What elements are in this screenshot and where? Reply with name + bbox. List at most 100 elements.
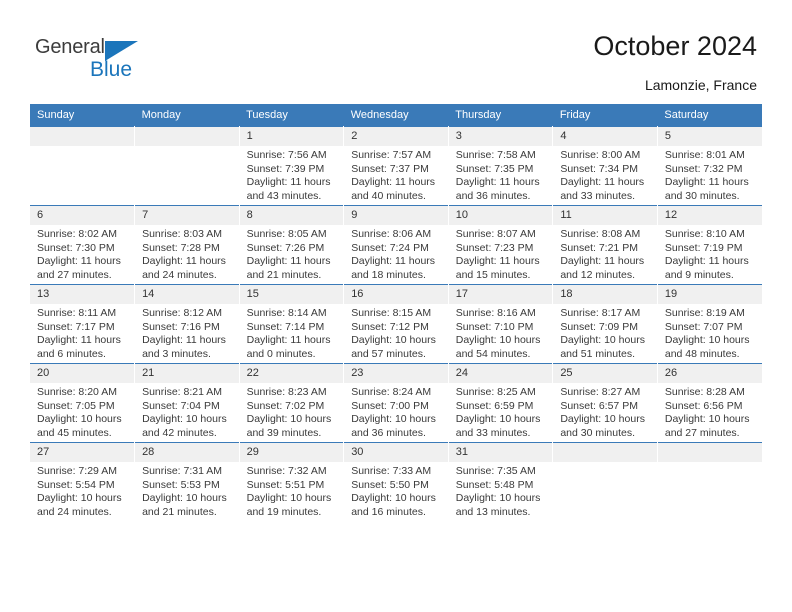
calendar-day-cell[interactable]: 1 Sunrise: 7:56 AM Sunset: 7:39 PM Daylight…	[239, 126, 345, 206]
daylight-text-line1: Daylight: 11 hours	[351, 255, 436, 267]
daylight-text-line1: Daylight: 10 hours	[351, 492, 436, 504]
calendar-day-cell[interactable]: 20 Sunrise: 8:20 AM Sunset: 7:05 PM Dayligh…	[30, 363, 136, 443]
day-details: Sunrise: 8:07 AM Sunset: 7:23 PM Daylight:…	[449, 225, 553, 282]
daylight-text-line1: Daylight: 10 hours	[142, 492, 227, 504]
sunrise-text: Sunrise: 7:57 AM	[351, 149, 432, 161]
calendar-body: 1 Sunrise: 7:56 AM Sunset: 7:39 PM Daylight…	[30, 126, 762, 521]
sunrise-text: Sunrise: 8:20 AM	[37, 386, 117, 398]
calendar-day-cell[interactable]: 3 Sunrise: 7:58 AM Sunset: 7:35 PM Daylight…	[448, 126, 554, 206]
calendar-day-cell[interactable]: 19 Sunrise: 8:19 AM Sunset: 7:07 PM Dayligh…	[657, 284, 762, 364]
calendar-day-cell[interactable]: 5 Sunrise: 8:01 AM Sunset: 7:32 PM Daylight…	[657, 126, 762, 206]
brand-name-general: General	[35, 36, 105, 58]
calendar-day-cell[interactable]: 4 Sunrise: 8:00 AM Sunset: 7:34 PM Daylight…	[552, 126, 658, 206]
daylight-text-line2: and 18 minutes.	[351, 268, 426, 281]
daylight-text-line1: Daylight: 11 hours	[37, 334, 121, 346]
weekday-header-tuesday: Tuesday	[239, 104, 344, 127]
calendar-day-cell[interactable]: 11 Sunrise: 8:08 AM Sunset: 7:21 PM Dayligh…	[552, 205, 658, 285]
calendar-day-cell[interactable]: 9 Sunrise: 8:06 AM Sunset: 7:24 PM Daylight…	[343, 205, 449, 285]
day-number: 1	[239, 127, 344, 146]
weekday-header-wednesday: Wednesday	[343, 104, 449, 127]
day-details: Sunrise: 8:14 AM Sunset: 7:14 PM Daylight:…	[240, 304, 344, 361]
day-number: 3	[448, 127, 553, 146]
daylight-text-line1: Daylight: 11 hours	[455, 255, 540, 267]
calendar-day-cell[interactable]: 21 Sunrise: 8:21 AM Sunset: 7:04 PM Dayligh…	[134, 363, 240, 443]
sunrise-text: Sunrise: 8:27 AM	[560, 386, 641, 398]
daylight-text-line1: Daylight: 11 hours	[246, 255, 331, 267]
daylight-text-line2: and 42 minutes.	[142, 426, 217, 439]
calendar-day-cell[interactable]: 28 Sunrise: 7:31 AM Sunset: 5:53 PM Dayligh…	[134, 442, 240, 521]
sunset-text: Sunset: 7:09 PM	[560, 320, 638, 333]
sunset-text: Sunset: 5:53 PM	[142, 478, 220, 491]
daylight-text-line2: and 30 minutes.	[560, 426, 636, 439]
daylight-text-line2: and 24 minutes.	[142, 268, 217, 281]
daylight-text-line1: Daylight: 10 hours	[455, 334, 541, 346]
calendar-day-cell[interactable]: 15 Sunrise: 8:14 AM Sunset: 7:14 PM Dayligh…	[239, 284, 345, 364]
day-details: Sunrise: 8:01 AM Sunset: 7:32 PM Daylight:…	[658, 146, 762, 203]
day-details: Sunrise: 8:20 AM Sunset: 7:05 PM Daylight:…	[30, 383, 134, 440]
sunrise-text: Sunrise: 8:12 AM	[142, 307, 223, 319]
day-number	[30, 127, 135, 146]
sunset-text: Sunset: 7:30 PM	[37, 241, 115, 254]
calendar-day-cell[interactable]: 12 Sunrise: 8:10 AM Sunset: 7:19 PM Dayligh…	[657, 205, 762, 285]
calendar-day-cell[interactable]: 24 Sunrise: 8:25 AM Sunset: 6:59 PM Dayligh…	[448, 363, 554, 443]
brand-logo[interactable]: General Blue	[35, 36, 155, 86]
daylight-text-line1: Daylight: 11 hours	[664, 176, 749, 188]
daylight-text-line2: and 45 minutes.	[37, 426, 112, 439]
day-number: 22	[239, 364, 344, 383]
sunset-text: Sunset: 7:05 PM	[37, 399, 115, 412]
calendar-day-cell[interactable]: 13 Sunrise: 8:11 AM Sunset: 7:17 PM Dayligh…	[30, 284, 136, 364]
daylight-text-line2: and 57 minutes.	[351, 347, 426, 360]
sunrise-text: Sunrise: 8:05 AM	[246, 228, 327, 240]
sunset-text: Sunset: 7:21 PM	[560, 241, 638, 254]
calendar-day-cell[interactable]: 30 Sunrise: 7:33 AM Sunset: 5:50 PM Dayligh…	[343, 442, 449, 521]
calendar-day-cell[interactable]: 2 Sunrise: 7:57 AM Sunset: 7:37 PM Daylight…	[343, 126, 449, 206]
sunrise-text: Sunrise: 8:21 AM	[142, 386, 223, 398]
daylight-text-line2: and 3 minutes.	[142, 347, 211, 360]
daylight-text-line2: and 6 minutes.	[37, 347, 106, 360]
daylight-text-line1: Daylight: 10 hours	[246, 492, 332, 504]
day-number: 16	[344, 285, 448, 304]
daylight-text-line2: and 15 minutes.	[455, 268, 531, 281]
calendar-day-cell[interactable]: 10 Sunrise: 8:07 AM Sunset: 7:23 PM Dayligh…	[448, 205, 554, 285]
daylight-text-line1: Daylight: 11 hours	[246, 176, 331, 188]
calendar-day-cell[interactable]: 16 Sunrise: 8:15 AM Sunset: 7:12 PM Dayligh…	[343, 284, 449, 364]
day-number	[553, 443, 657, 462]
calendar-day-cell[interactable]: 7 Sunrise: 8:03 AM Sunset: 7:28 PM Daylight…	[134, 205, 240, 285]
calendar-day-cell[interactable]: 8 Sunrise: 8:05 AM Sunset: 7:26 PM Daylight…	[239, 205, 345, 285]
daylight-text-line2: and 27 minutes.	[664, 426, 740, 439]
day-details: Sunrise: 8:12 AM Sunset: 7:16 PM Daylight:…	[135, 304, 239, 361]
sunrise-text: Sunrise: 8:08 AM	[560, 228, 641, 240]
day-number: 5	[657, 127, 762, 146]
daylight-text-line2: and 19 minutes.	[246, 505, 322, 518]
calendar-day-cell[interactable]: 18 Sunrise: 8:17 AM Sunset: 7:09 PM Dayligh…	[552, 284, 658, 364]
day-number	[135, 127, 239, 146]
daylight-text-line2: and 33 minutes.	[560, 189, 636, 202]
calendar-day-cell[interactable]: 25 Sunrise: 8:27 AM Sunset: 6:57 PM Dayligh…	[552, 363, 658, 443]
day-details: Sunrise: 7:57 AM Sunset: 7:37 PM Daylight:…	[344, 146, 448, 203]
sunrise-text: Sunrise: 7:35 AM	[455, 465, 536, 477]
calendar-day-cell[interactable]: 26 Sunrise: 8:28 AM Sunset: 6:56 PM Dayligh…	[657, 363, 762, 443]
calendar-day-cell[interactable]: 6 Sunrise: 8:02 AM Sunset: 7:30 PM Daylight…	[30, 205, 136, 285]
daylight-text-line2: and 33 minutes.	[455, 426, 531, 439]
sunrise-text: Sunrise: 7:58 AM	[455, 149, 536, 161]
calendar-day-cell[interactable]: 27 Sunrise: 7:29 AM Sunset: 5:54 PM Dayligh…	[30, 442, 136, 521]
calendar-day-cell[interactable]: 23 Sunrise: 8:24 AM Sunset: 7:00 PM Dayligh…	[343, 363, 449, 443]
daylight-text-line2: and 0 minutes.	[246, 347, 316, 360]
sunrise-text: Sunrise: 8:16 AM	[455, 307, 536, 319]
calendar-day-cell[interactable]: 14 Sunrise: 8:12 AM Sunset: 7:16 PM Dayligh…	[134, 284, 240, 364]
day-details: Sunrise: 8:15 AM Sunset: 7:12 PM Daylight:…	[344, 304, 448, 361]
calendar-day-cell[interactable]: 31 Sunrise: 7:35 AM Sunset: 5:48 PM Dayligh…	[448, 442, 554, 521]
day-number: 8	[239, 206, 344, 225]
sunrise-text: Sunrise: 7:56 AM	[246, 149, 327, 161]
day-number: 18	[553, 285, 657, 304]
calendar-day-cell[interactable]: 17 Sunrise: 8:16 AM Sunset: 7:10 PM Dayligh…	[448, 284, 554, 364]
calendar-day-cell[interactable]: 29 Sunrise: 7:32 AM Sunset: 5:51 PM Dayligh…	[239, 442, 345, 521]
sunrise-text: Sunrise: 8:03 AM	[142, 228, 223, 240]
daylight-text-line1: Daylight: 11 hours	[246, 334, 331, 346]
sunrise-text: Sunrise: 8:17 AM	[560, 307, 641, 319]
daylight-text-line2: and 21 minutes.	[246, 268, 322, 281]
calendar-day-cell[interactable]: 22 Sunrise: 8:23 AM Sunset: 7:02 PM Dayligh…	[239, 363, 345, 443]
daylight-text-line1: Daylight: 11 hours	[455, 176, 540, 188]
daylight-text-line2: and 30 minutes.	[664, 189, 740, 202]
weekday-header-row: Sunday Monday Tuesday Wednesday Thursday…	[30, 104, 762, 127]
